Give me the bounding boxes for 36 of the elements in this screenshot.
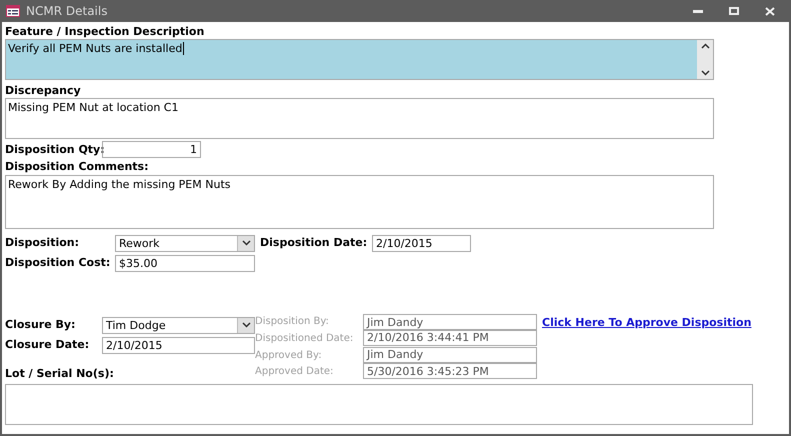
- field-label: Feature / Inspection Description: [5, 25, 206, 39]
- disposition-dropdown[interactable]: Rework: [115, 234, 255, 252]
- date-field[interactable]: 2/10/2015: [102, 336, 255, 354]
- maximize-icon: [729, 7, 739, 15]
- field-label: Closure Date:: [5, 338, 90, 352]
- field-label: Approved Date:: [255, 365, 334, 380]
- field-label: Discrepancy: [5, 84, 82, 98]
- closure-by-dropdown[interactable]: Tim Dodge: [102, 316, 255, 334]
- cost-field[interactable]: $35.00: [115, 254, 255, 272]
- read-only-field: Jim Dandy: [363, 314, 537, 330]
- read-only-field: 2/10/2016 3:44:41 PM: [363, 330, 537, 346]
- form-icon: [6, 5, 20, 17]
- qty-field[interactable]: 1: [102, 141, 201, 158]
- field-label: Approved By:: [255, 348, 322, 362]
- approve-link[interactable]: Click Here To Approve Disposition: [542, 316, 752, 329]
- scroll-down-icon[interactable]: [700, 70, 710, 76]
- read-only-field: Jim Dandy: [363, 346, 537, 362]
- read-only-field: 5/30/2016 3:45:23 PM: [363, 363, 537, 380]
- date-field[interactable]: 2/10/2015: [372, 234, 471, 252]
- field-label: Disposition Cost:: [5, 256, 112, 270]
- comments-field[interactable]: Rework By Adding the missing PEM Nuts: [5, 175, 714, 229]
- description-field[interactable]: Verify all PEM Nuts are installed: [5, 39, 714, 80]
- field-label: Disposition Date:: [260, 236, 368, 250]
- field-label: Dispositioned Date:: [255, 332, 354, 346]
- field-label: Lot / Serial No(s):: [5, 367, 115, 381]
- discrepancy-field[interactable]: Missing PEM Nut at location C1: [5, 98, 714, 139]
- scroll-up-icon[interactable]: [700, 43, 710, 49]
- minimize-icon: [693, 10, 703, 12]
- field-label: Disposition By:: [255, 315, 329, 329]
- window-title: NCMR Details: [26, 4, 108, 18]
- lot-serial-field[interactable]: [5, 384, 753, 425]
- field-label: Disposition:: [5, 236, 80, 250]
- close-icon: [765, 6, 775, 16]
- field-label: Closure By:: [5, 318, 76, 332]
- field-label: Disposition Qty:: [5, 142, 102, 156]
- field-label: Disposition Comments:: [5, 160, 150, 174]
